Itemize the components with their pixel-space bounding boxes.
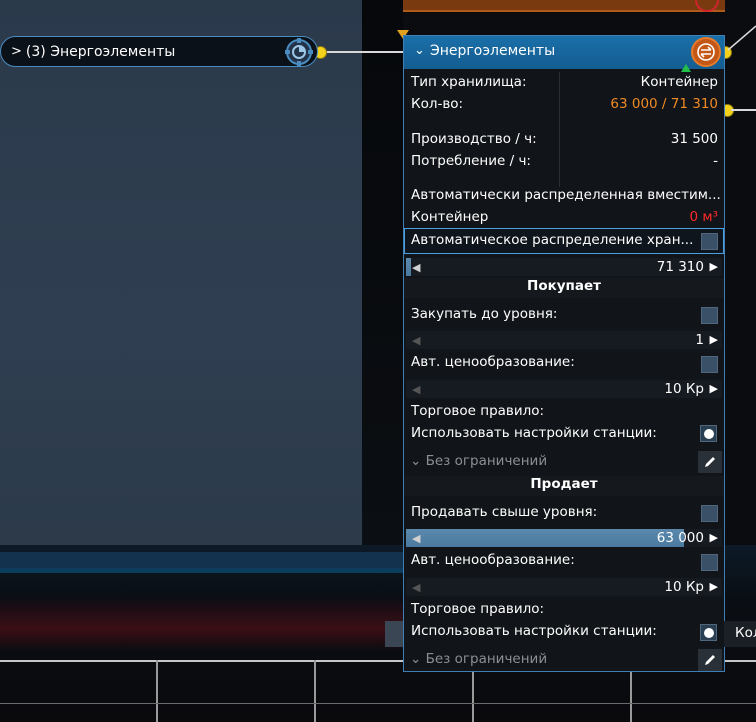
buy-use-station-label: Использовать настройки станции:: [411, 425, 657, 441]
amount-row: Кол-во: 63 000 / 71 310: [404, 94, 724, 116]
gear-icon[interactable]: [283, 36, 315, 68]
chevron-down-icon: ⌄: [410, 453, 426, 469]
storage-type-label: Тип хранилища:: [411, 74, 527, 90]
production-label: Производство / ч:: [411, 131, 537, 147]
sell-above-checkbox[interactable]: [701, 505, 718, 522]
slider-left-arrow-icon[interactable]: ◀: [412, 383, 420, 396]
slider-right-arrow-icon[interactable]: ▶: [710, 260, 718, 273]
buy-trade-rule-label: Торговое правило:: [411, 403, 545, 419]
auto-distribution-row[interactable]: Автоматическое распределение хран...: [404, 228, 724, 254]
sell-price-value: 10 Кр: [664, 579, 704, 595]
buy-price-slider[interactable]: ◀ 10 Кр ▶: [406, 380, 722, 398]
consumption-label: Потребление / ч:: [411, 153, 531, 169]
right-fragment-label: Кол: [735, 625, 756, 641]
sell-use-station-label: Использовать настройки станции:: [411, 623, 657, 639]
buys-section-title: Покупает: [404, 278, 724, 298]
background-stripe: [362, 0, 403, 545]
sell-price-slider[interactable]: ◀ 10 Кр ▶: [406, 578, 722, 596]
slider-left-arrow-icon[interactable]: ◀: [412, 532, 420, 545]
connector-line: [319, 51, 403, 53]
sell-trade-rule-label: Торговое правило:: [411, 601, 545, 617]
background-red-glow: [0, 596, 403, 651]
production-value: 31 500: [670, 131, 718, 147]
close-icon[interactable]: [695, 0, 719, 12]
connector-line: [731, 109, 756, 111]
buy-slider[interactable]: ◀ 1 ▶: [406, 331, 722, 349]
container-row: Контейнер 0 м³: [404, 207, 724, 229]
chevron-right-icon[interactable]: >: [11, 44, 22, 59]
production-row: Производство / ч: 31 500: [404, 129, 724, 151]
storage-type-row: Тип хранилища: Контейнер: [404, 72, 724, 94]
buy-to-level-row: Закупать до уровня:: [404, 304, 724, 326]
green-marker-icon: [681, 64, 691, 72]
buy-auto-price-checkbox[interactable]: [701, 356, 718, 373]
panel-header[interactable]: ⌄ Энергоэлементы: [404, 36, 724, 69]
storage-slider[interactable]: ◀ 71 310 ▶: [406, 258, 722, 276]
top-node-fragment[interactable]: [403, 0, 725, 12]
background-left: [0, 0, 362, 545]
panel-title: Энергоэлементы: [430, 43, 556, 59]
sell-trade-rule-row: Торговое правило:: [404, 599, 724, 621]
pencil-icon[interactable]: [698, 649, 722, 671]
slider-right-arrow-icon[interactable]: ▶: [710, 531, 718, 544]
buy-to-level-checkbox[interactable]: [701, 307, 718, 324]
right-panel-fragment[interactable]: Кол: [724, 621, 756, 647]
gray-strip: [385, 621, 403, 647]
storage-slider-value: 71 310: [656, 259, 704, 275]
sell-trade-rule-dropdown[interactable]: ⌄ Без ограничений: [406, 650, 696, 672]
sell-slider-fill: [406, 529, 685, 547]
slider-left-arrow-icon[interactable]: ◀: [412, 334, 420, 347]
transfer-icon[interactable]: [691, 37, 721, 67]
left-node-energy-cells[interactable]: > (3) Энергоэлементы: [0, 36, 318, 67]
buy-use-station-row: Использовать настройки станции:: [404, 423, 724, 445]
sell-no-limits-value: Без ограничений: [425, 651, 548, 667]
auto-capacity-row: Автоматически распределенная вместим...: [404, 185, 724, 207]
sells-section-title: Продает: [404, 476, 724, 496]
buy-to-level-label: Закупать до уровня:: [411, 306, 558, 322]
auto-distribution-checkbox[interactable]: [701, 233, 718, 250]
background-band: [0, 552, 403, 568]
consumption-value: -: [713, 153, 718, 169]
sell-auto-price-row: Авт. ценообразование:: [404, 550, 724, 572]
container-label: Контейнер: [411, 209, 489, 225]
slider-right-arrow-icon[interactable]: ▶: [710, 580, 718, 593]
buy-auto-price-label: Авт. ценообразование:: [411, 354, 575, 370]
buy-trade-rule-row: Торговое правило:: [404, 401, 724, 423]
container-value: 0 м³: [689, 209, 718, 225]
auto-distribution-label: Автоматическое распределение хран...: [411, 232, 694, 248]
sell-above-label: Продавать свыше уровня:: [411, 504, 598, 520]
slider-left-arrow-icon[interactable]: ◀: [412, 261, 420, 274]
pencil-icon[interactable]: [698, 451, 722, 473]
sell-use-station-checkbox[interactable]: [700, 624, 717, 641]
amount-value: 63 000 / 71 310: [610, 96, 718, 112]
sell-slider-value: 63 000: [656, 530, 704, 546]
buy-trade-rule-dropdown[interactable]: ⌄ Без ограничений: [406, 452, 696, 474]
amount-label: Кол-во:: [411, 96, 464, 112]
sell-auto-price-label: Авт. ценообразование:: [411, 552, 575, 568]
buy-use-station-checkbox[interactable]: [700, 425, 717, 442]
sell-slider[interactable]: ◀ 63 000 ▶: [406, 529, 722, 547]
slider-left-arrow-icon[interactable]: ◀: [412, 581, 420, 594]
auto-capacity-label: Автоматически распределенная вместим...: [411, 187, 721, 203]
buy-no-limits-value: Без ограничений: [425, 453, 548, 469]
ware-panel: ⌄ Энергоэлементы Тип хранилища: Контейне…: [403, 35, 725, 672]
slider-right-arrow-icon[interactable]: ▶: [710, 382, 718, 395]
sell-use-station-row: Использовать настройки станции:: [404, 621, 724, 643]
chevron-down-icon[interactable]: ⌄: [414, 43, 425, 58]
sell-auto-price-checkbox[interactable]: [701, 554, 718, 571]
background-band-glow: [0, 568, 403, 573]
chevron-down-icon: ⌄: [410, 651, 426, 667]
left-node-label: (3) Энергоэлементы: [25, 43, 176, 60]
connector-line-diagonal: [727, 25, 756, 51]
buy-price-value: 10 Кр: [664, 381, 704, 397]
buy-auto-price-row: Авт. ценообразование:: [404, 352, 724, 374]
storage-type-value: Контейнер: [640, 74, 718, 90]
consumption-row: Потребление / ч: -: [404, 151, 724, 173]
buy-slider-value: 1: [695, 332, 704, 348]
slider-right-arrow-icon[interactable]: ▶: [710, 333, 718, 346]
sell-above-row: Продавать свыше уровня:: [404, 502, 724, 524]
